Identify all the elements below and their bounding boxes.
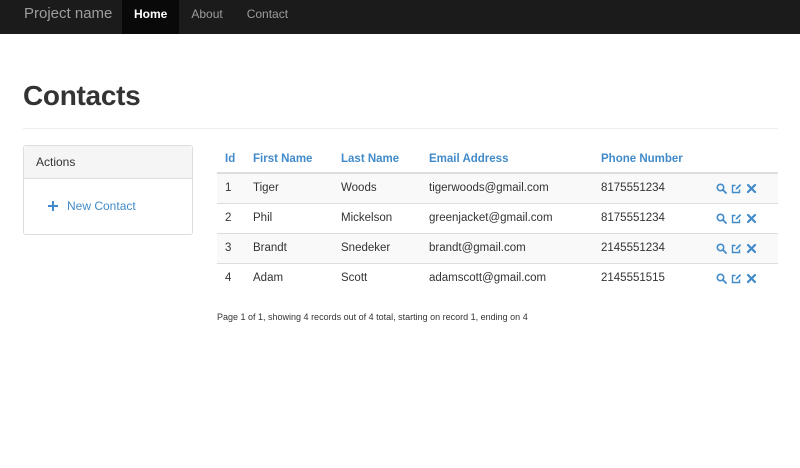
new-contact-link[interactable]: New Contact — [48, 199, 136, 213]
table-row: 3 Brandt Snedeker brandt@gmail.com 21455… — [217, 232, 778, 263]
header-divider — [23, 128, 778, 129]
cell-first-name: Tiger — [245, 172, 333, 203]
cell-last-name: Woods — [333, 172, 421, 203]
search-icon[interactable] — [716, 183, 727, 194]
search-icon[interactable] — [716, 212, 727, 224]
cell-phone: 8175551234 — [593, 172, 708, 203]
search-icon[interactable] — [716, 273, 727, 284]
cell-email: greenjacket@gmail.com — [421, 202, 593, 233]
cell-first-name: Adam — [245, 262, 333, 293]
delete-icon[interactable] — [746, 213, 757, 224]
nav-item-about[interactable]: About — [179, 0, 234, 34]
cell-id: 2 — [217, 202, 245, 233]
column-header-actions — [708, 145, 778, 174]
table-header-row: Id First Name Last Name Email Address Ph… — [217, 145, 778, 174]
cell-actions — [708, 262, 778, 293]
search-icon[interactable] — [716, 242, 727, 254]
actions-panel: Actions New Contact — [23, 145, 193, 235]
column-header-last-name[interactable]: Last Name — [333, 145, 421, 174]
cell-email: adamscott@gmail.com — [421, 262, 593, 293]
cell-phone: 2145551234 — [593, 232, 708, 263]
table-row: 4 Adam Scott adamscott@gmail.com 2145551… — [217, 262, 778, 293]
table-row: 2 Phil Mickelson greenjacket@gmail.com 8… — [217, 202, 778, 233]
column-header-email[interactable]: Email Address — [421, 145, 593, 174]
actions-panel-heading: Actions — [24, 146, 192, 179]
delete-icon[interactable] — [746, 273, 757, 284]
edit-icon[interactable] — [731, 213, 742, 224]
delete-icon[interactable] — [746, 183, 757, 194]
nav-menu: Home About Contact — [122, 0, 300, 34]
page-title: Contacts — [23, 80, 141, 111]
cell-actions — [708, 172, 778, 203]
cell-actions — [708, 202, 778, 233]
table-row: 1 Tiger Woods tigerwoods@gmail.com 81755… — [217, 172, 778, 203]
column-header-first-name[interactable]: First Name — [245, 145, 333, 174]
edit-icon[interactable] — [731, 273, 742, 284]
cell-email: tigerwoods@gmail.com — [421, 172, 593, 203]
nav-item-home[interactable]: Home — [122, 0, 180, 34]
edit-icon[interactable] — [731, 183, 742, 194]
actions-panel-body: New Contact — [24, 179, 192, 214]
new-contact-label: New Contact — [67, 199, 136, 213]
cell-actions — [708, 232, 778, 263]
column-header-phone[interactable]: Phone Number — [593, 145, 708, 174]
cell-first-name: Brandt — [245, 232, 333, 263]
contacts-table: Id First Name Last Name Email Address Ph… — [217, 145, 778, 293]
delete-icon[interactable] — [746, 243, 757, 254]
cell-phone: 2145551515 — [593, 262, 708, 293]
cell-phone: 8175551234 — [593, 202, 708, 233]
brand-link[interactable]: Project name — [0, 0, 122, 34]
column-header-id[interactable]: Id — [217, 145, 245, 174]
cell-last-name: Mickelson — [333, 202, 421, 233]
cell-id: 4 — [217, 262, 245, 293]
edit-icon[interactable] — [731, 243, 742, 254]
cell-last-name: Scott — [333, 262, 421, 293]
cell-id: 3 — [217, 232, 245, 263]
cell-email: brandt@gmail.com — [421, 232, 593, 263]
cell-first-name: Phil — [245, 202, 333, 233]
pager-info: Page 1 of 1, showing 4 records out of 4 … — [217, 312, 528, 322]
cell-last-name: Snedeker — [333, 232, 421, 263]
cell-id: 1 — [217, 172, 245, 203]
navbar: Project name Home About Contact — [0, 0, 800, 34]
plus-icon — [48, 201, 58, 211]
nav-item-contact[interactable]: Contact — [235, 0, 300, 34]
